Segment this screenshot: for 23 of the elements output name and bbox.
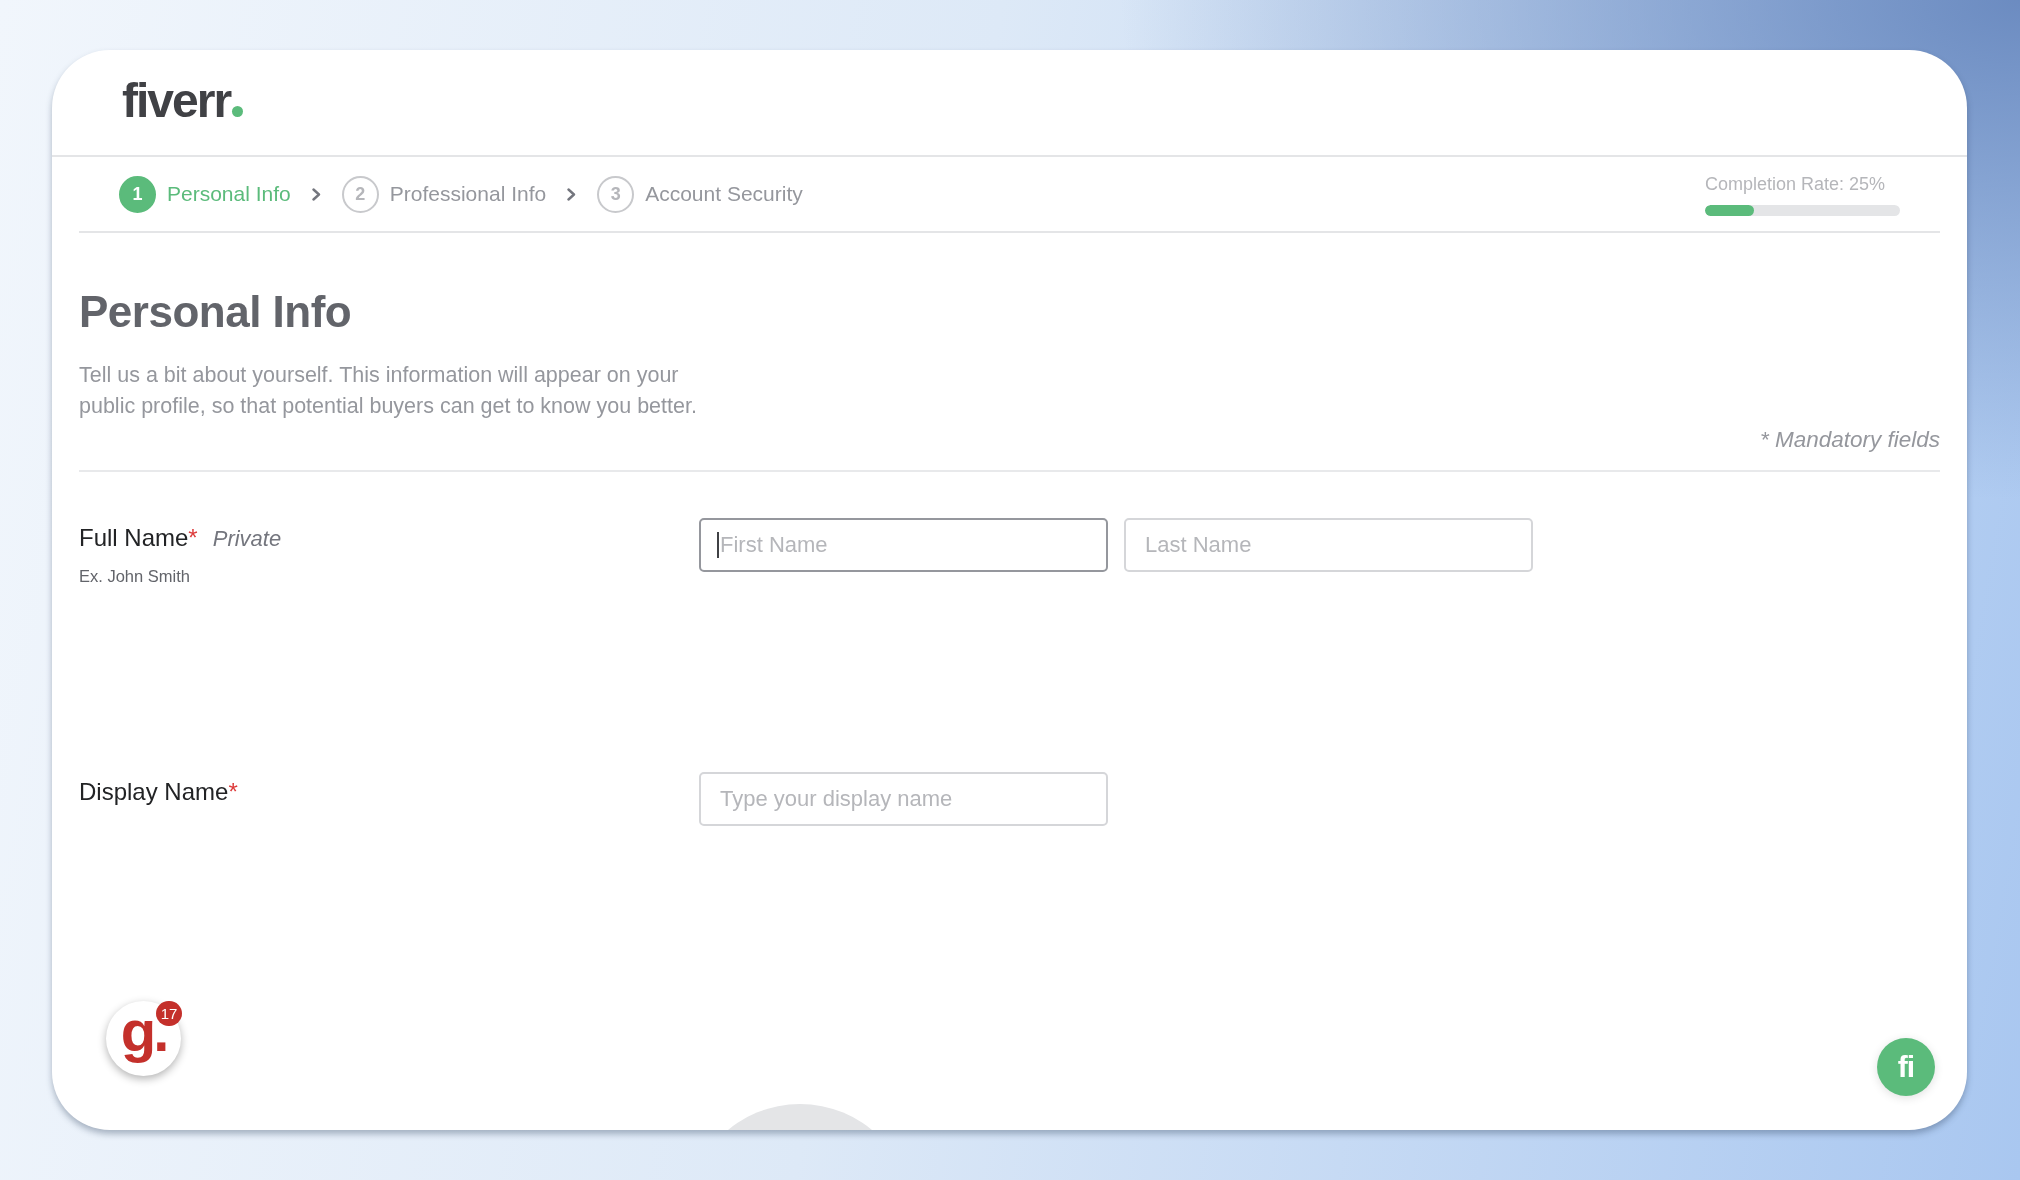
input-field[interactable]: First Name: [699, 518, 1108, 572]
field-label: Display Name*: [79, 777, 238, 807]
text-cursor-icon: [717, 532, 719, 558]
step-label: Personal Info: [167, 181, 291, 207]
chevron-right-icon: [311, 187, 321, 201]
completion-rate-label: Completion Rate: 25%: [1705, 172, 1887, 195]
mandatory-fields-note: * Mandatory fields: [1759, 426, 1940, 454]
logo-dot-icon: [232, 106, 244, 117]
step-number: 1: [119, 175, 156, 213]
logo-wordmark: fiverr: [122, 74, 231, 127]
input-field[interactable]: Type your display name: [699, 772, 1108, 826]
step-label: Professional Info: [389, 181, 547, 207]
field-hint: Ex. John Smith: [79, 566, 190, 587]
field-label: Full Name*: [79, 523, 198, 553]
step-label: Account Security: [645, 181, 803, 207]
page-description: Tell us a bit about yourself. This information will appear on your public profile, so that potential buyers can get to know you better.: [79, 362, 698, 420]
page-title: Personal Info: [79, 286, 352, 338]
step-number: 3: [597, 175, 635, 213]
notification-count: 17: [156, 1001, 182, 1026]
input-field[interactable]: Last Name: [1124, 518, 1533, 572]
privacy-note: Private: [212, 525, 282, 553]
step-number: 2: [341, 175, 379, 213]
chevron-right-icon: [567, 187, 577, 201]
